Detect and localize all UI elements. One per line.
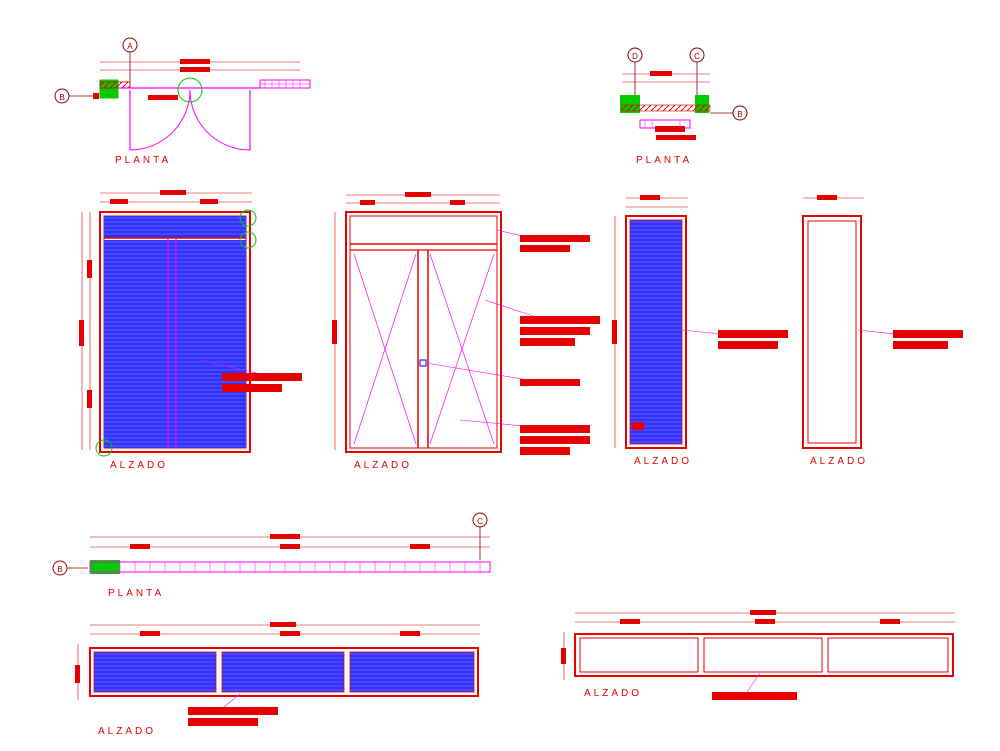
label-alzado-5: ALZADO (98, 726, 156, 737)
label-alzado-6: ALZADO (584, 688, 642, 699)
view-alzado-1 (79, 190, 302, 456)
drawing-canvas: A B D (0, 0, 1000, 751)
view-alzado-4 (803, 195, 963, 448)
label-planta-3: PLANTA (108, 588, 164, 599)
view-alzado-6 (561, 610, 955, 700)
view-planta-1: A B (55, 38, 310, 150)
svg-text:D: D (632, 52, 638, 61)
label-planta-2: PLANTA (636, 155, 692, 166)
label-alzado-3: ALZADO (634, 456, 692, 467)
svg-text:B: B (737, 110, 742, 119)
view-alzado-5 (75, 622, 480, 726)
svg-text:B: B (59, 93, 64, 102)
label-alzado-4: ALZADO (810, 456, 868, 467)
view-planta-2: D C B (620, 48, 747, 140)
label-alzado-2: ALZADO (354, 460, 412, 471)
label-planta-1: PLANTA (115, 155, 171, 166)
view-planta-3: C B (53, 513, 490, 575)
svg-text:C: C (477, 517, 483, 526)
view-alzado-2 (332, 192, 600, 455)
svg-text:B: B (57, 565, 62, 574)
label-alzado-1: ALZADO (110, 460, 168, 471)
svg-text:A: A (127, 42, 133, 51)
view-alzado-3 (612, 195, 788, 448)
svg-text:C: C (694, 52, 700, 61)
